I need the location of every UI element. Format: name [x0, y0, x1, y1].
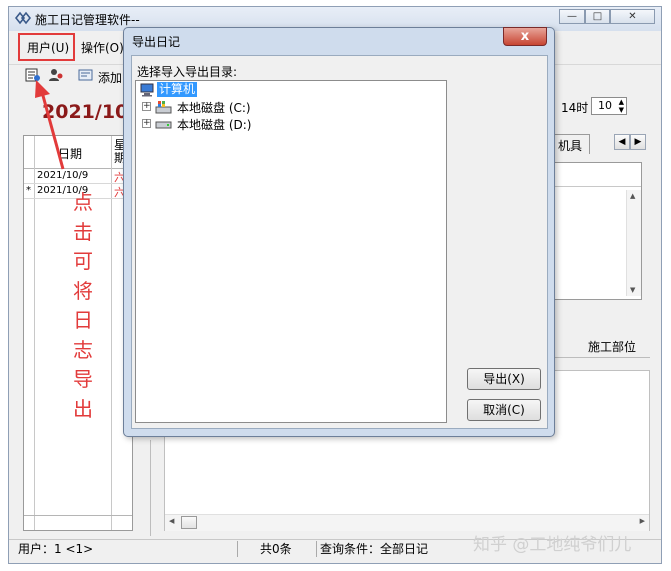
- main-window-title: 施工日记管理软件--: [35, 13, 140, 27]
- scroll-up-icon[interactable]: ▲: [630, 192, 635, 200]
- directory-prompt: 选择导入导出目录:: [137, 65, 238, 79]
- status-user: 用户：1 <1>: [18, 542, 94, 556]
- annotation-char: 日: [73, 308, 93, 332]
- hour-label: 14时: [561, 101, 589, 115]
- highlight-box: [18, 33, 75, 61]
- grid-footer-line: [24, 515, 132, 516]
- red-arrow-icon: [30, 74, 70, 174]
- computer-icon: [140, 83, 156, 97]
- tree-item-drive-d[interactable]: 本地磁盘 (D:): [177, 116, 251, 133]
- status-divider: [237, 541, 238, 557]
- drive-c-icon: [155, 100, 172, 114]
- tab-scroll-left-icon[interactable]: ◀: [614, 134, 630, 150]
- minute-stepper[interactable]: 10 ▲ ▼: [591, 97, 627, 115]
- expand-icon[interactable]: +: [142, 119, 151, 128]
- add-icon[interactable]: [78, 67, 94, 83]
- horizontal-scrollbar[interactable]: ◀ ▶: [165, 514, 649, 531]
- grid-col-line: [34, 136, 35, 530]
- tab-machinery-label: 机具: [558, 139, 583, 153]
- grid-row-marker: *: [26, 185, 31, 196]
- cancel-button[interactable]: 取消(C): [467, 399, 541, 421]
- scroll-right-icon[interactable]: ▶: [640, 517, 645, 525]
- expand-icon[interactable]: +: [142, 102, 151, 111]
- close-button[interactable]: ✕: [610, 9, 655, 24]
- annotation-char: 将: [73, 278, 93, 303]
- stepper-arrows-icon[interactable]: ▲ ▼: [619, 98, 624, 114]
- annotation-char: 击: [73, 219, 93, 244]
- minimize-button[interactable]: —: [559, 9, 585, 24]
- machinery-header-line: [549, 186, 641, 187]
- status-divider: [316, 541, 317, 557]
- annotation-char: 点: [73, 190, 93, 214]
- annotation-text: 点 击 可 将 日 志 导 出: [70, 188, 96, 424]
- scroll-left-icon[interactable]: ◀: [169, 517, 174, 525]
- annotation-char: 可: [73, 249, 93, 273]
- app-logo-icon: [14, 11, 32, 25]
- status-count: 共0条: [260, 542, 292, 556]
- add-button-label[interactable]: 添加: [98, 69, 122, 86]
- grid-col-line: [111, 136, 112, 530]
- section-label: 施工部位: [588, 340, 637, 354]
- tab-scroll-right-icon[interactable]: ▶: [630, 134, 646, 150]
- export-button[interactable]: 导出(X): [467, 368, 541, 390]
- machinery-scrollbar[interactable]: ▲ ▼: [626, 190, 641, 296]
- minute-value: 10: [598, 99, 612, 112]
- tree-root-computer[interactable]: 计算机: [157, 82, 198, 97]
- menu-operation[interactable]: 操作(O): [81, 38, 124, 58]
- vertical-divider: [150, 440, 151, 536]
- scroll-down-icon[interactable]: ▼: [630, 286, 635, 294]
- dialog-close-button[interactable]: x: [503, 27, 547, 46]
- status-query: 查询条件：全部日记: [320, 542, 429, 556]
- annotation-char: 志: [73, 337, 93, 362]
- scroll-thumb[interactable]: [181, 516, 197, 529]
- maximize-button[interactable]: □: [585, 9, 610, 24]
- watermark: 知乎 @工地纯爷们儿: [473, 535, 632, 555]
- annotation-char: 出: [73, 396, 93, 421]
- drive-d-icon: [155, 118, 172, 130]
- tree-item-drive-c[interactable]: 本地磁盘 (C:): [177, 99, 251, 116]
- dialog-title: 导出日记: [132, 35, 181, 49]
- annotation-char: 导: [73, 367, 93, 391]
